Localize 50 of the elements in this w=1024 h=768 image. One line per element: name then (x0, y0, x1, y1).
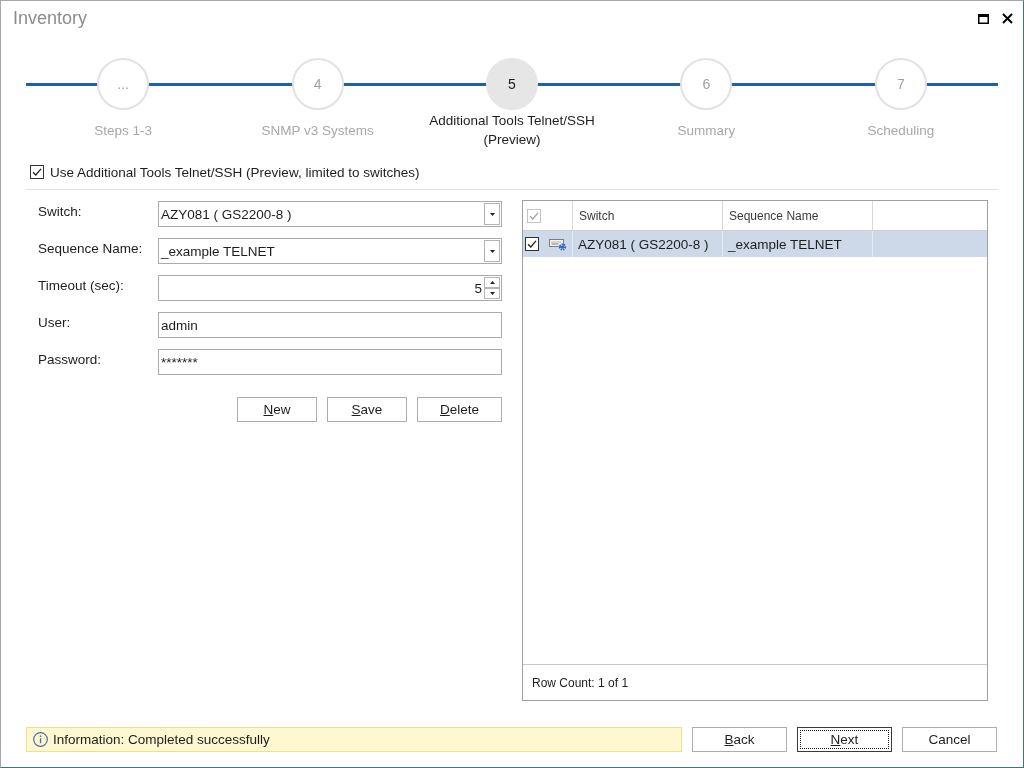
field-label: Password: (37, 351, 103, 369)
field-label: User: (37, 314, 72, 332)
table-cell: AZY081 ( GS2200-8 ) (573, 231, 723, 257)
dropdown-field[interactable]: _example TELNET (158, 238, 502, 264)
field-label: Sequence Name: (37, 240, 144, 258)
spin-up-button[interactable] (484, 277, 500, 288)
save-button[interactable]: Save (327, 397, 407, 422)
step-circle: 7 (874, 58, 927, 110)
select-all-checkbox[interactable] (527, 208, 541, 223)
row-count-label: Row Count: 1 of 1 (532, 675, 629, 690)
window-title: Inventory (13, 8, 89, 29)
number-field[interactable]: 5 (158, 275, 502, 301)
cancel-button[interactable]: Cancel (902, 727, 997, 752)
step-circle: ... (97, 58, 150, 110)
column-header[interactable]: Sequence Name (723, 201, 873, 230)
close-icon[interactable] (1002, 13, 1013, 24)
info-icon (33, 732, 48, 747)
new-button[interactable]: New (237, 397, 317, 422)
back-button[interactable]: Back (692, 727, 787, 752)
table-cell: _example TELNET (723, 231, 873, 257)
field-label: Timeout (sec): (37, 277, 125, 295)
caret-down-icon (489, 249, 495, 253)
step-circle: 6 (680, 58, 733, 110)
dropdown-button[interactable] (484, 203, 500, 225)
checkbox-label[interactable]: Use Additional Tools Telnet/SSH (Preview, limited to switches) (50, 164, 420, 180)
step-circle: 5 (486, 58, 538, 110)
caret-up-icon (489, 281, 495, 284)
step-label: SNMP v3 Systems (261, 121, 374, 140)
step-circle: 4 (291, 58, 344, 110)
step-label: Steps 1-3 (94, 121, 153, 140)
spin-down-button[interactable] (484, 288, 500, 299)
caret-down-icon (489, 212, 495, 216)
caret-down-icon (489, 292, 495, 295)
next-button[interactable]: Next (797, 727, 892, 752)
checkbox[interactable] (30, 165, 44, 179)
text-field[interactable]: admin (158, 312, 502, 338)
step-label: Additional Tools Telnet/SSH (Preview) (428, 112, 596, 149)
device-gear-icon (549, 237, 567, 251)
info-text: Information: Completed successfully (53, 732, 270, 747)
delete-button[interactable]: Delete (417, 397, 502, 422)
dropdown-button[interactable] (484, 240, 500, 262)
dropdown-field[interactable]: AZY081 ( GS2200-8 ) (158, 201, 502, 227)
field-label: Switch: (37, 203, 83, 221)
step-label: Scheduling (867, 121, 935, 140)
password-field[interactable]: ******* (158, 349, 502, 375)
table-row[interactable]: AZY081 ( GS2200-8 ) _example TELNET (523, 231, 987, 257)
maximize-icon[interactable] (978, 13, 989, 24)
column-header[interactable]: Switch (573, 201, 723, 230)
row-checkbox[interactable] (525, 237, 539, 251)
step-label: Summary (677, 121, 736, 140)
